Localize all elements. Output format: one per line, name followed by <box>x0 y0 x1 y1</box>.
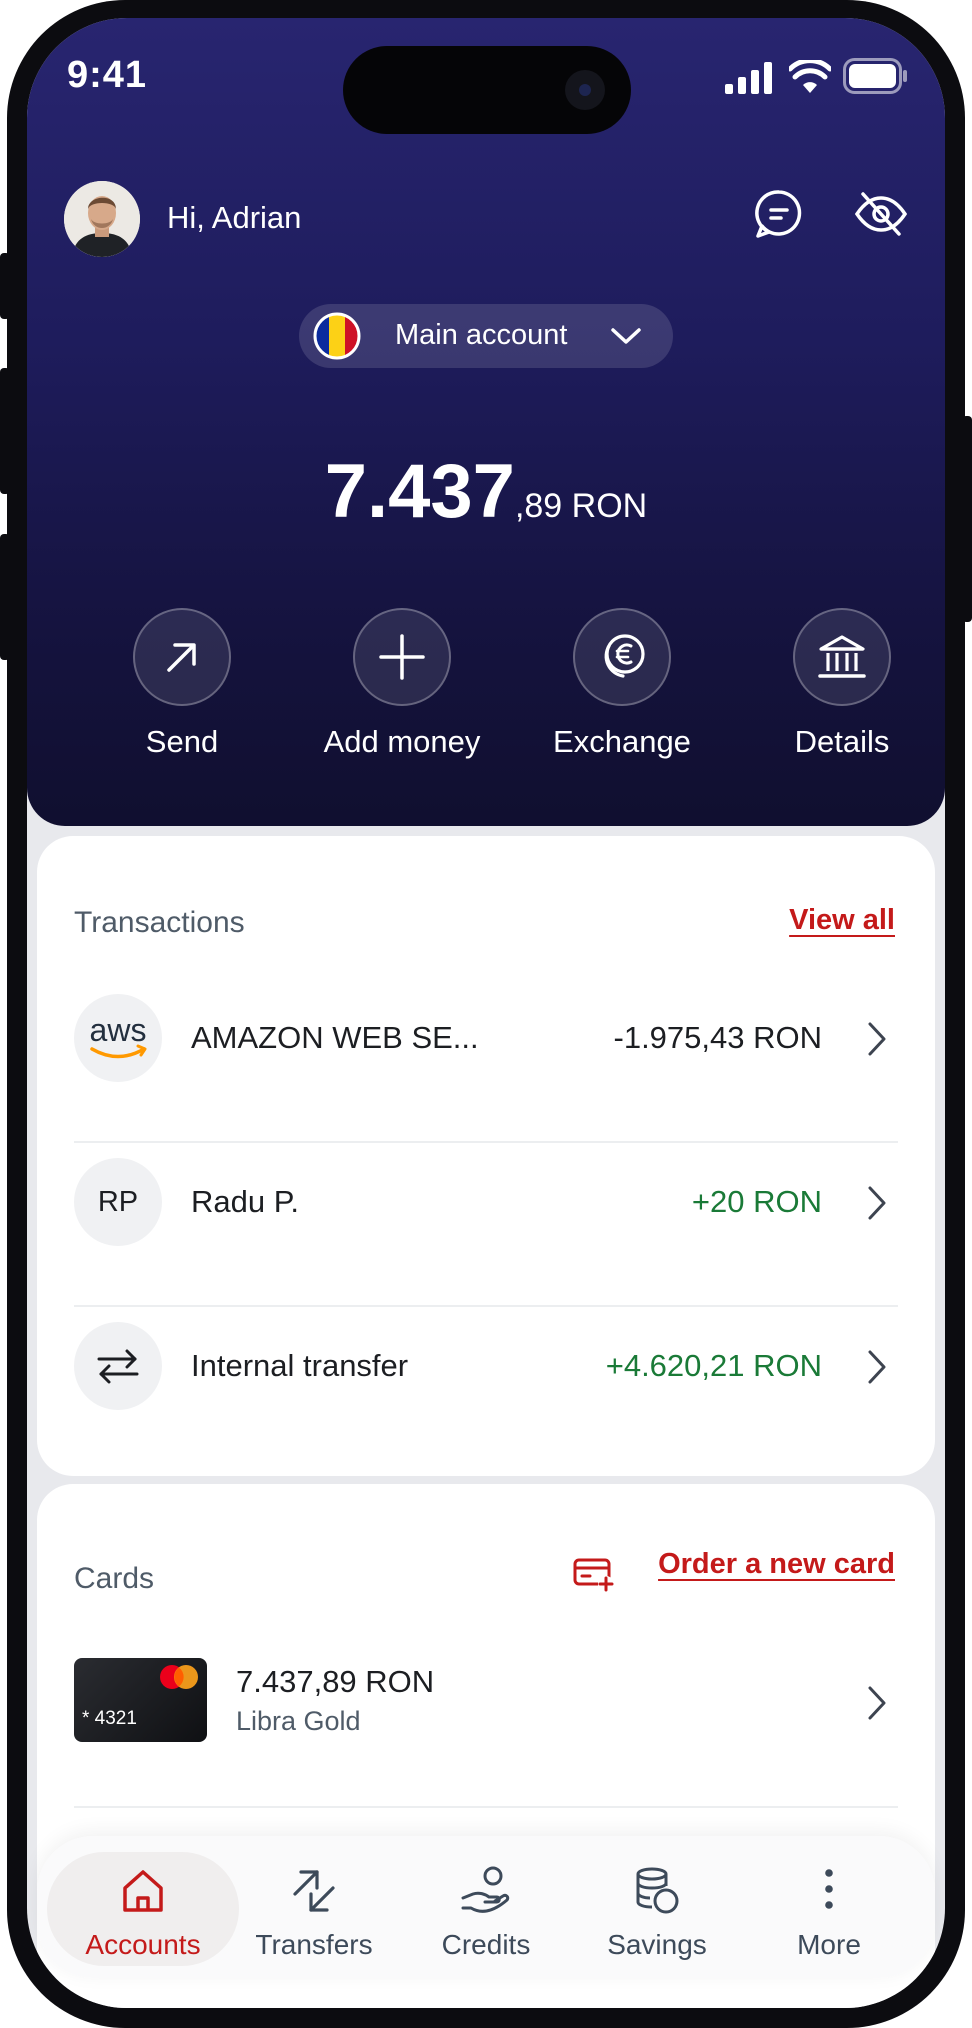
cards-title: Cards <box>74 1562 155 1595</box>
card-thumbnail: * 4321 <box>74 1658 207 1742</box>
nav-savings[interactable]: Savings <box>577 1836 737 1978</box>
hand-coin-icon <box>461 1866 510 1913</box>
card-name: Libra Gold <box>236 1706 361 1736</box>
silent-switch <box>0 253 10 319</box>
transaction-amount: -1.975,43 RON <box>613 1020 823 1055</box>
transaction-amount: +4.620,21 RON <box>605 1348 822 1383</box>
greeting-text: Hi, Adrian <box>167 200 302 235</box>
send-label: Send <box>145 724 219 759</box>
add-card-icon <box>573 1558 615 1592</box>
details-button[interactable]: Details <box>732 608 945 760</box>
dynamic-island <box>343 46 631 134</box>
contact-initials-avatar: RP <box>74 1158 162 1246</box>
nav-more-label: More <box>797 1929 861 1960</box>
card-masked-number: * 4321 <box>82 1708 137 1729</box>
battery-icon <box>843 58 907 94</box>
transaction-row[interactable]: Internal transfer +4.620,21 RON <box>74 1322 898 1410</box>
transactions-title: Transactions <box>74 906 245 939</box>
account-header: 9:41 Hi, Adrian Main account 7.437,89 RO… <box>27 18 945 826</box>
transactions-panel: Transactions View all aws AMAZON WEB SE.… <box>37 836 935 1476</box>
romania-flag-icon <box>313 312 361 360</box>
home-icon <box>123 1870 163 1912</box>
nav-transfers[interactable]: Transfers <box>234 1836 394 1978</box>
transaction-row[interactable]: RP Radu P. +20 RON <box>74 1158 898 1246</box>
coins-stack-icon <box>636 1867 679 1914</box>
chevron-right-icon <box>868 1350 886 1384</box>
euro-exchange-icon <box>604 634 645 678</box>
wifi-icon <box>789 60 831 93</box>
transfer-arrows-icon <box>293 1870 335 1912</box>
nav-accounts-label: Accounts <box>85 1929 201 1960</box>
add-money-label: Add money <box>323 724 481 759</box>
nav-credits[interactable]: Credits <box>406 1836 566 1978</box>
chevron-right-icon <box>868 1022 886 1056</box>
balance-decimals: ,89 RON <box>514 487 648 525</box>
status-time: 9:41 <box>67 54 148 96</box>
nav-accounts[interactable]: Accounts <box>63 1836 223 1978</box>
chat-icon[interactable] <box>751 186 807 242</box>
exchange-label: Exchange <box>553 724 691 759</box>
chevron-right-icon <box>868 1686 886 1720</box>
nav-more[interactable]: More <box>749 1836 909 1978</box>
transaction-name: Radu P. <box>191 1184 300 1219</box>
cellular-signal-icon <box>725 62 772 94</box>
aws-logo: aws <box>74 994 162 1082</box>
power-button <box>962 416 972 622</box>
hide-balance-eye-icon[interactable] <box>853 186 909 242</box>
nav-savings-label: Savings <box>607 1929 707 1960</box>
account-selector[interactable]: Main account <box>299 304 673 368</box>
aws-logo-icon: aws <box>90 1012 147 1059</box>
plus-icon <box>379 634 425 680</box>
order-card-link[interactable]: Order a new card <box>573 1542 895 1602</box>
divider <box>74 1806 898 1808</box>
user-avatar-icon <box>64 181 140 257</box>
balance-integer: 7.437 <box>324 449 515 534</box>
card-balance: 7.437,89 RON <box>236 1664 435 1699</box>
transaction-amount: +20 RON <box>691 1184 822 1219</box>
app-screen: 9:41 Hi, Adrian Main account 7.437,89 RO… <box>27 18 945 2008</box>
swap-arrows-icon <box>97 1349 139 1384</box>
nav-transfers-label: Transfers <box>255 1929 373 1960</box>
avatar[interactable] <box>64 181 140 257</box>
camera-icon <box>565 70 605 110</box>
nav-credits-label: Credits <box>441 1929 531 1960</box>
order-card-label: Order a new card <box>658 1548 895 1580</box>
card-row[interactable]: * 4321 7.437,89 RON Libra Gold <box>74 1658 898 1748</box>
arrow-up-right-icon <box>167 643 196 672</box>
bank-icon <box>818 635 866 678</box>
more-dots-icon <box>825 1869 833 1909</box>
chevron-right-icon <box>868 1186 886 1220</box>
volume-down-button <box>0 534 10 660</box>
view-all-link[interactable]: View all <box>789 904 895 937</box>
divider <box>74 1305 898 1307</box>
account-selector-label: Main account <box>395 319 568 351</box>
add-money-button[interactable]: Add money <box>292 608 512 760</box>
aws-logo-text: aws <box>90 1012 147 1048</box>
transaction-row[interactable]: aws AMAZON WEB SE... -1.975,43 RON <box>74 994 898 1082</box>
account-balance: 7.437,89 RON <box>27 448 945 535</box>
details-label: Details <box>794 724 890 759</box>
exchange-button[interactable]: Exchange <box>512 608 732 760</box>
transaction-name: AMAZON WEB SE... <box>191 1020 479 1055</box>
transfer-icon-badge <box>74 1322 162 1410</box>
send-button[interactable]: Send <box>72 608 292 760</box>
mastercard-logo-icon <box>160 1665 198 1689</box>
transaction-name: Internal transfer <box>191 1348 409 1383</box>
volume-up-button <box>0 368 10 494</box>
divider <box>74 1141 898 1143</box>
contact-initials: RP <box>97 1185 139 1218</box>
chevron-down-icon <box>611 328 641 344</box>
bottom-navigation: Accounts Transfers Credits Savings More <box>37 1836 935 1978</box>
